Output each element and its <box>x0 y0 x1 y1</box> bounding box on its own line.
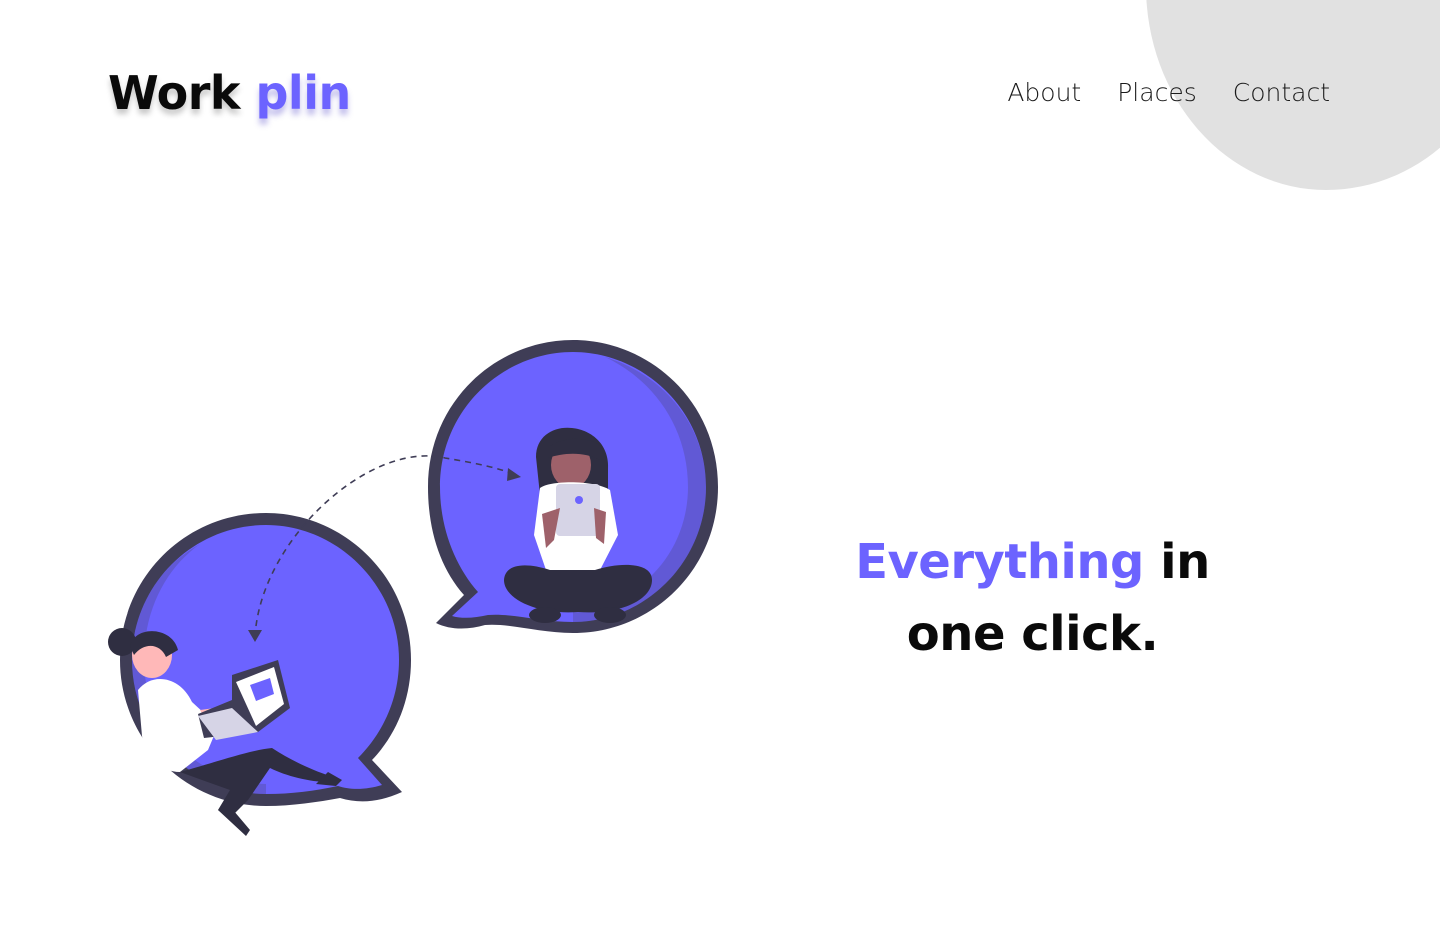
brand-name-accent: plin <box>255 66 352 120</box>
nav-link-places[interactable]: Places <box>1117 78 1197 107</box>
headline-line1-rest: in <box>1160 534 1210 590</box>
nav-link-contact[interactable]: Contact <box>1233 78 1330 107</box>
headline-accent: Everything <box>855 534 1144 590</box>
main-nav: About Places Contact <box>1007 78 1330 107</box>
hero-headline: Everything in one click. <box>800 526 1265 670</box>
headline-line2: one click. <box>906 606 1159 662</box>
landing-page: Work plin About Places Contact Everythin… <box>0 0 1440 937</box>
hero-illustration <box>108 340 718 836</box>
brand-name-primary: Work <box>108 66 240 120</box>
nav-link-about[interactable]: About <box>1007 78 1081 107</box>
brand-logo[interactable]: Work plin <box>108 66 351 120</box>
